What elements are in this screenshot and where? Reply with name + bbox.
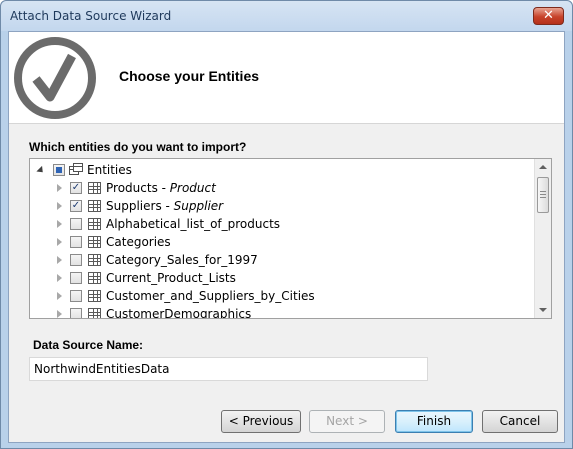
scroll-down-icon[interactable] [539, 308, 547, 312]
entity-label: Category_Sales_for_1997 [106, 253, 258, 267]
entity-checkbox[interactable] [70, 218, 82, 230]
database-entities-icon [69, 163, 83, 175]
entity-label: Suppliers - Supplier [106, 199, 223, 213]
expand-arrow-icon[interactable] [57, 310, 62, 318]
table-icon [88, 308, 101, 318]
previous-button[interactable]: < Previous [221, 410, 301, 433]
window-title: Attach Data Source Wizard [10, 9, 172, 23]
table-icon [88, 272, 101, 284]
close-button[interactable]: ✕ [533, 7, 564, 25]
finish-button[interactable]: Finish [395, 410, 473, 433]
entities-tree[interactable]: Entities ✓ Products - Product ✓ Suppliers -… [29, 158, 552, 319]
table-icon [88, 236, 101, 248]
title-bar[interactable]: Attach Data Source Wizard ✕ [1, 1, 572, 31]
entity-checkbox[interactable] [70, 272, 82, 284]
next-button[interactable]: Next > [309, 410, 385, 433]
tree-root-entities[interactable]: Entities [30, 161, 535, 179]
tree-item[interactable]: Alphabetical_list_of_products [30, 215, 535, 233]
table-icon [88, 254, 101, 266]
wizard-header: Choose your Entities [9, 32, 564, 124]
table-icon [88, 218, 101, 230]
entity-type-name: Product [169, 181, 216, 195]
expand-arrow-icon[interactable] [57, 202, 62, 210]
entity-name: Customer_and_Suppliers_by_Cities [106, 289, 315, 303]
checkmark-circle-icon [14, 37, 96, 119]
entity-name: Category_Sales_for_1997 [106, 253, 258, 267]
entity-checkbox[interactable] [70, 290, 82, 302]
tree-item[interactable]: Current_Product_Lists [30, 269, 535, 287]
wizard-window: Attach Data Source Wizard ✕ Choose your … [0, 0, 573, 449]
page-title: Choose your Entities [119, 68, 260, 84]
entity-checkbox[interactable] [70, 254, 82, 266]
tree-item[interactable]: ✓ Suppliers - Supplier [30, 197, 535, 215]
entity-label: Products - Product [106, 181, 216, 195]
entity-label: Customer_and_Suppliers_by_Cities [106, 289, 315, 303]
root-checkbox[interactable] [53, 164, 65, 176]
tree-item[interactable]: Customer_and_Suppliers_by_Cities [30, 287, 535, 305]
scroll-thumb[interactable] [537, 177, 549, 213]
tree-item[interactable]: ✓ Products - Product [30, 179, 535, 197]
collapse-arrow-icon[interactable] [36, 165, 46, 176]
entity-name: Categories [106, 235, 171, 249]
table-icon [88, 290, 101, 302]
data-source-name-input[interactable] [29, 357, 428, 381]
entity-checkbox[interactable] [70, 236, 82, 248]
expand-arrow-icon[interactable] [57, 184, 62, 192]
expand-arrow-icon[interactable] [57, 292, 62, 300]
entity-checkbox[interactable] [70, 308, 82, 318]
entity-label: Current_Product_Lists [106, 271, 236, 285]
entity-label: CustomerDemographics [106, 307, 251, 318]
tree-vertical-scrollbar[interactable] [534, 159, 551, 318]
expand-arrow-icon[interactable] [57, 256, 62, 264]
tree-root-label: Entities [87, 163, 132, 177]
entity-name: Current_Product_Lists [106, 271, 236, 285]
entity-name: CustomerDemographics [106, 307, 252, 318]
cancel-button[interactable]: Cancel [482, 410, 558, 433]
entity-separator: - [157, 181, 170, 195]
entity-separator: - [161, 199, 174, 213]
expand-arrow-icon[interactable] [57, 274, 62, 282]
tree-rows: Entities ✓ Products - Product ✓ Suppliers -… [30, 159, 535, 318]
table-icon [88, 200, 101, 212]
entities-question: Which entities do you want to import? [29, 140, 247, 154]
wizard-body: Choose your Entities Which entities do y… [8, 31, 565, 443]
table-icon [88, 182, 101, 194]
entity-label: Categories [106, 235, 171, 249]
tree-item[interactable]: Category_Sales_for_1997 [30, 251, 535, 269]
tree-item[interactable]: Categories [30, 233, 535, 251]
entity-name: Alphabetical_list_of_products [106, 217, 281, 231]
entity-checkbox[interactable]: ✓ [70, 200, 82, 212]
scroll-up-icon[interactable] [539, 165, 547, 169]
entity-label: Alphabetical_list_of_products [106, 217, 280, 231]
entity-name: Products [106, 181, 158, 195]
tree-item[interactable]: CustomerDemographics [30, 305, 535, 318]
data-source-name-label: Data Source Name: [33, 338, 144, 352]
entity-name: Suppliers [106, 199, 162, 213]
expand-arrow-icon[interactable] [57, 220, 62, 228]
entity-type-name: Supplier [173, 199, 224, 213]
entity-checkbox[interactable]: ✓ [70, 182, 82, 194]
expand-arrow-icon[interactable] [57, 238, 62, 246]
